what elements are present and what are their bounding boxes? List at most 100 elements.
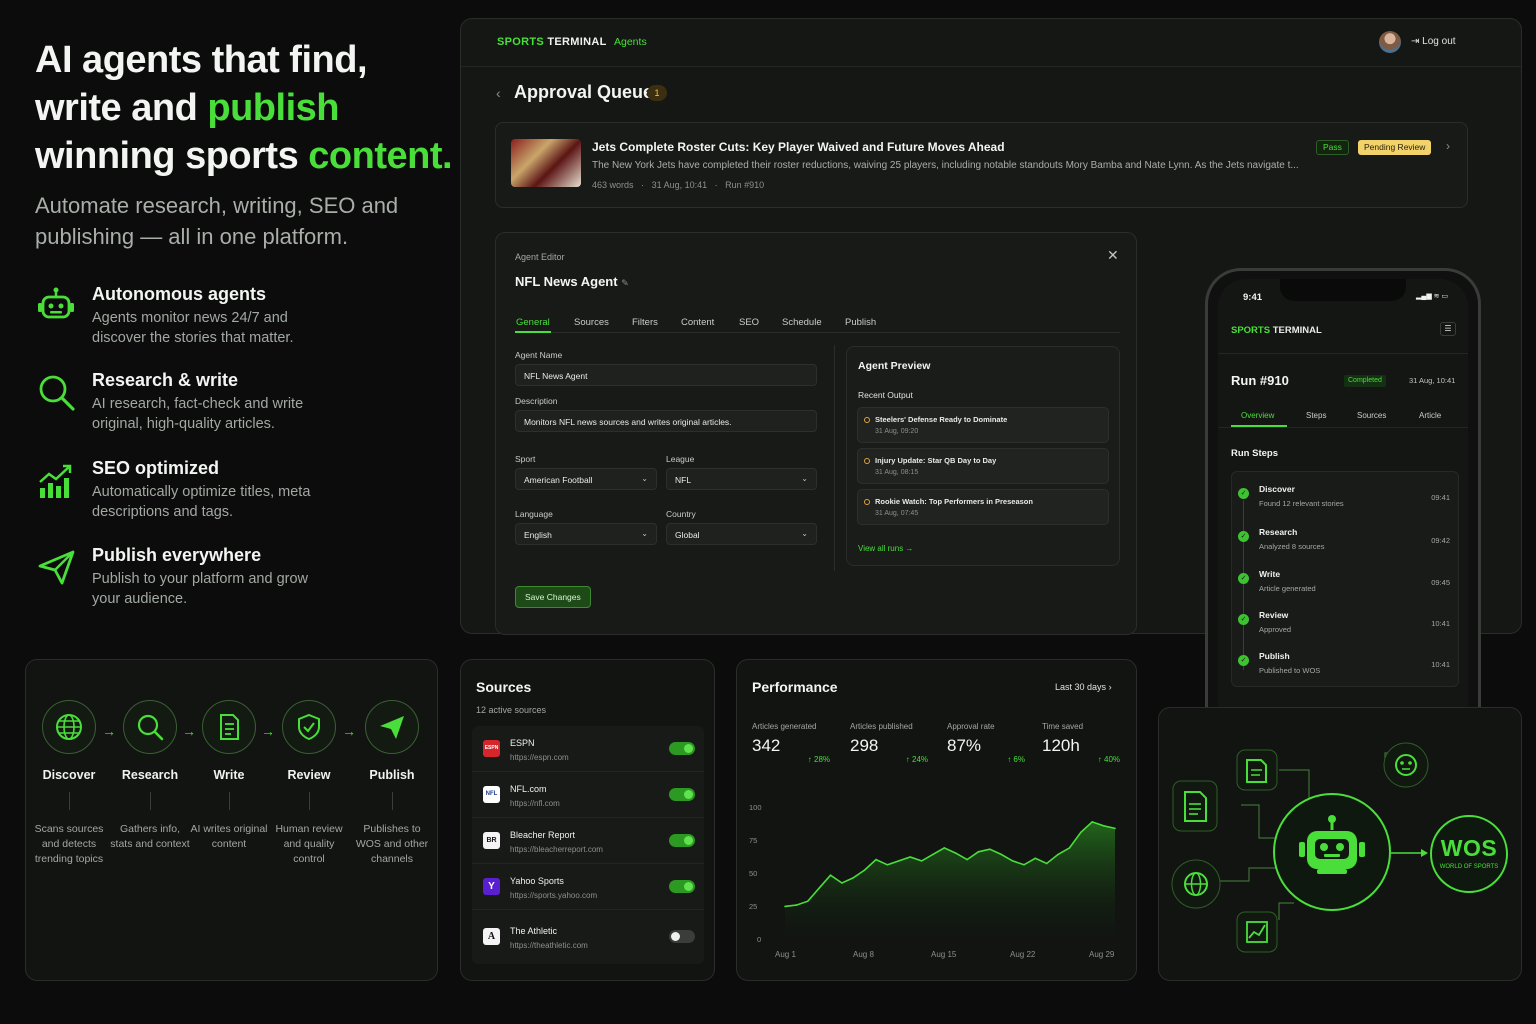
view-all-runs-link[interactable]: View all runs → [858,544,913,553]
the-athletic-logo-icon: A [483,928,500,945]
source-url: https://sports.yahoo.com [510,891,598,900]
hero-line-3-b: content. [308,135,453,177]
description-input[interactable]: Monitors NFL news sources and writes ori… [515,410,817,432]
phone-tab-article[interactable]: Article [1419,411,1441,420]
hero-line-1: AI agents that find, [35,39,368,81]
stat-value: 87% [947,736,982,755]
date-range-select[interactable]: Last 30 days › [1055,682,1112,692]
source-row[interactable]: BR Bleacher Report https://bleacherrepor… [472,818,704,864]
pipeline-step-research: Research Gathers info, stats and context [110,700,190,852]
stat-value: 120h [1042,736,1080,755]
x-tick-label: Aug 1 [775,950,796,959]
tab-publish[interactable]: Publish [845,317,876,328]
run-step: ✓ Review Approved 10:41 [1232,600,1458,640]
divider [1218,353,1468,354]
stat-value: 298 [850,736,879,755]
pipeline-step-write: Write AI writes original content [189,700,269,852]
stat-approval-rate: Approval rate 87% ↑ 6% [947,722,1037,764]
chart-point [954,852,957,854]
pipeline-step-desc: Gathers info, stats and context [110,823,190,850]
step-time: 09:45 [1431,578,1450,587]
chart-point [909,856,911,858]
close-icon[interactable]: ✕ [1107,247,1119,264]
document-edit-icon [1236,749,1278,791]
source-toggle[interactable] [669,742,695,755]
step-desc: Published to WOS [1259,666,1321,675]
country-select[interactable]: Global ⌄ [666,523,817,545]
league-select[interactable]: NFL ⌄ [666,468,817,490]
feature-desc: AI research, fact-check and write origin… [92,396,304,432]
save-changes-button[interactable]: Save Changes [515,586,591,608]
chevron-right-icon[interactable]: › [1446,139,1450,153]
pipeline-step-desc: Scans sources and detects trending topic… [34,823,104,865]
stat-label: Articles published [850,722,913,731]
recent-output-item[interactable]: Steelers' Defense Ready to Dominate 31 A… [857,407,1109,443]
chart-up-icon [1236,911,1278,953]
step-name: Review [1259,610,1289,620]
source-row[interactable]: Y Yahoo Sports https://sports.yahoo.com [472,864,704,910]
source-row[interactable]: ESPN ESPN https://espn.com [472,726,704,772]
feature-desc: Automatically optimize titles, meta desc… [92,484,311,520]
step-desc: Analyzed 8 sources [1259,542,1325,551]
brand-logo[interactable]: SPORTS TERMINAL [497,36,607,48]
stat-label: Approval rate [947,722,995,731]
tab-seo[interactable]: SEO [739,317,759,328]
stat-articles-generated: Articles generated 342 ↑ 28% [752,722,842,764]
source-name: The Athletic [510,926,558,936]
tab-general[interactable]: General [516,317,550,328]
back-chevron-icon[interactable]: ‹ [496,85,501,101]
pipeline-step-label: Review [287,768,331,782]
source-toggle[interactable] [669,834,695,847]
source-toggle[interactable] [669,788,695,801]
recent-date: 31 Aug, 07:45 [875,510,919,517]
chart-point [1080,831,1082,834]
phone-tab-overview[interactable]: Overview [1241,411,1274,420]
tab-schedule[interactable]: Schedule [782,317,822,328]
recent-output-item[interactable]: Injury Update: Star QB Day to Day 31 Aug… [857,448,1109,484]
tab-sources[interactable]: Sources [574,317,609,328]
edit-pencil-icon[interactable]: ✎ [621,278,629,288]
source-toggle[interactable] [669,930,695,943]
step-desc: Approved [1259,625,1292,634]
article-desc: The New York Jets have completed their r… [592,160,1299,171]
step-name: Research [1259,527,1298,537]
check-icon: ✓ [1238,531,1249,542]
chart-point [897,860,900,862]
pipeline-step-label: Publish [369,768,415,782]
queue-count-badge: 1 [647,85,667,101]
chart-point [943,847,946,849]
language-select[interactable]: English ⌄ [515,523,657,545]
sources-list: ESPN ESPN https://espn.com NFL NFL.com h… [472,726,704,964]
feature-title: Autonomous agents [92,284,266,304]
avatar[interactable] [1379,31,1401,53]
tab-filters[interactable]: Filters [632,317,658,328]
document-icon [1172,780,1218,832]
chart-point [818,887,820,889]
step-name: Discover [1259,484,1295,494]
hamburger-menu-icon[interactable]: ☰ [1440,322,1456,336]
page-title: Approval Queue [514,82,654,102]
phone-tab-steps[interactable]: Steps [1306,411,1326,420]
article-run: Run #910 [725,180,765,190]
recent-title: Rookie Watch: Top Performers in Preseaso… [875,497,1033,506]
tab-content[interactable]: Content [681,317,714,328]
sources-subtitle: 12 active sources [476,705,547,715]
source-row[interactable]: A The Athletic https://theathletic.com [472,914,704,960]
globe-icon [56,714,82,740]
phone-tab-sources[interactable]: Sources [1357,411,1386,420]
recent-output-item[interactable]: Rookie Watch: Top Performers in Preseaso… [857,489,1109,525]
source-row[interactable]: NFL NFL.com https://nfl.com [472,772,704,818]
chart-point [1034,857,1037,860]
chart-up-icon [39,464,72,498]
chart-point [1091,821,1094,823]
source-toggle[interactable] [669,880,695,893]
stat-time-saved: Time saved 120h ↑ 40% [1042,722,1132,764]
nav-agents[interactable]: Agents [614,36,647,48]
step-desc: Found 12 relevant stories [1259,499,1344,508]
run-step: ✓ Publish Published to WOS 10:41 [1232,641,1458,681]
queue-article-row[interactable]: Jets Complete Roster Cuts: Key Player Wa… [495,122,1468,208]
agent-name-input[interactable]: NFL News Agent [515,364,817,386]
run-title: Run #910 [1231,373,1289,388]
logout-button[interactable]: ⇥ Log out [1411,36,1456,47]
sport-select[interactable]: American Football ⌄ [515,468,657,490]
